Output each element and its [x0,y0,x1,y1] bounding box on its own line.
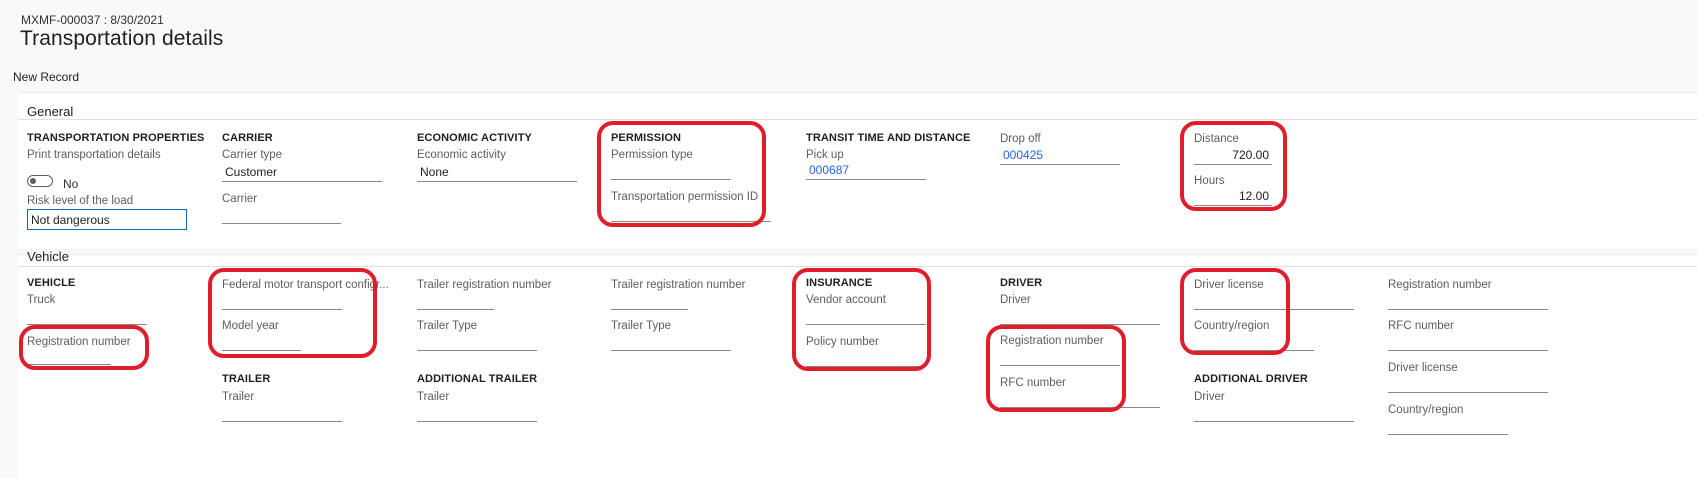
carrier-heading: CARRIER [222,132,273,144]
vehicle-divider [19,266,1697,267]
trailer-input[interactable] [222,402,342,422]
driver-country-input[interactable] [1194,331,1314,351]
trailer-type-input-1[interactable] [417,331,537,351]
driver-license-input[interactable] [1194,290,1354,310]
federal-config-input[interactable] [222,290,342,310]
additional-driver-input[interactable] [1194,402,1354,422]
vendor-account-input[interactable] [806,305,926,325]
driver-rfc-input[interactable] [1000,388,1160,408]
distance-input[interactable] [1194,145,1272,165]
insurance-heading: INSURANCE [806,277,873,289]
additional-driver-country-input[interactable] [1388,415,1508,435]
economic-activity-heading: ECONOMIC ACTIVITY [417,132,532,144]
distance-label: Distance [1194,133,1239,145]
permission-heading: PERMISSION [611,132,682,144]
permission-id-input[interactable] [611,202,771,222]
additional-driver-registration-input[interactable] [1388,290,1548,310]
toggle-knob [30,178,36,184]
carrier-input[interactable] [222,204,341,224]
driver-input[interactable] [1000,305,1160,325]
permission-type-input[interactable] [611,160,731,180]
general-section-header[interactable]: General [27,104,73,119]
general-divider [19,119,1697,120]
economic-activity-label: Economic activity [417,149,506,161]
record-breadcrumb: MXMF-000037 : 8/30/2021 [21,13,164,27]
additional-driver-rfc-input[interactable] [1388,331,1548,351]
hours-input[interactable] [1194,186,1272,206]
trailer-heading: TRAILER [222,373,271,385]
carrier-type-input[interactable] [222,162,382,182]
driver-registration-input[interactable] [1000,346,1120,366]
additional-driver-license-input[interactable] [1388,373,1548,393]
transportation-properties-heading: TRANSPORTATION PROPERTIES [27,132,205,144]
truck-input[interactable] [27,305,147,325]
dropoff-input[interactable] [1000,145,1120,165]
dropoff-label: Drop off [1000,133,1041,145]
additional-driver-heading: ADDITIONAL DRIVER [1194,373,1308,385]
trailer-registration-input-1[interactable] [417,290,494,310]
risk-level-input[interactable] [27,209,187,230]
carrier-type-label: Carrier type [222,149,283,161]
trailer-type-input-2[interactable] [611,331,731,351]
transit-heading: TRANSIT TIME AND DISTANCE [806,132,971,144]
new-record-button[interactable]: New Record [13,70,79,84]
trailer-registration-input-2[interactable] [611,290,688,310]
vehicle-section-header[interactable]: Vehicle [27,249,69,264]
pickup-input[interactable] [806,160,926,180]
risk-level-label: Risk level of the load [27,195,134,207]
page-title: Transportation details [20,27,224,50]
driver-heading: DRIVER [1000,277,1043,289]
print-details-toggle[interactable] [27,175,53,187]
additional-trailer-heading: ADDITIONAL TRAILER [417,373,538,385]
vehicle-registration-input[interactable] [27,345,111,365]
vehicle-heading: VEHICLE [27,277,76,289]
policy-number-input[interactable] [806,347,921,367]
print-details-toggle-text: No [63,177,79,191]
additional-trailer-input[interactable] [417,402,537,422]
economic-activity-input[interactable] [417,162,577,182]
model-year-input[interactable] [222,331,301,351]
print-details-label: Print transportation details [27,149,161,161]
